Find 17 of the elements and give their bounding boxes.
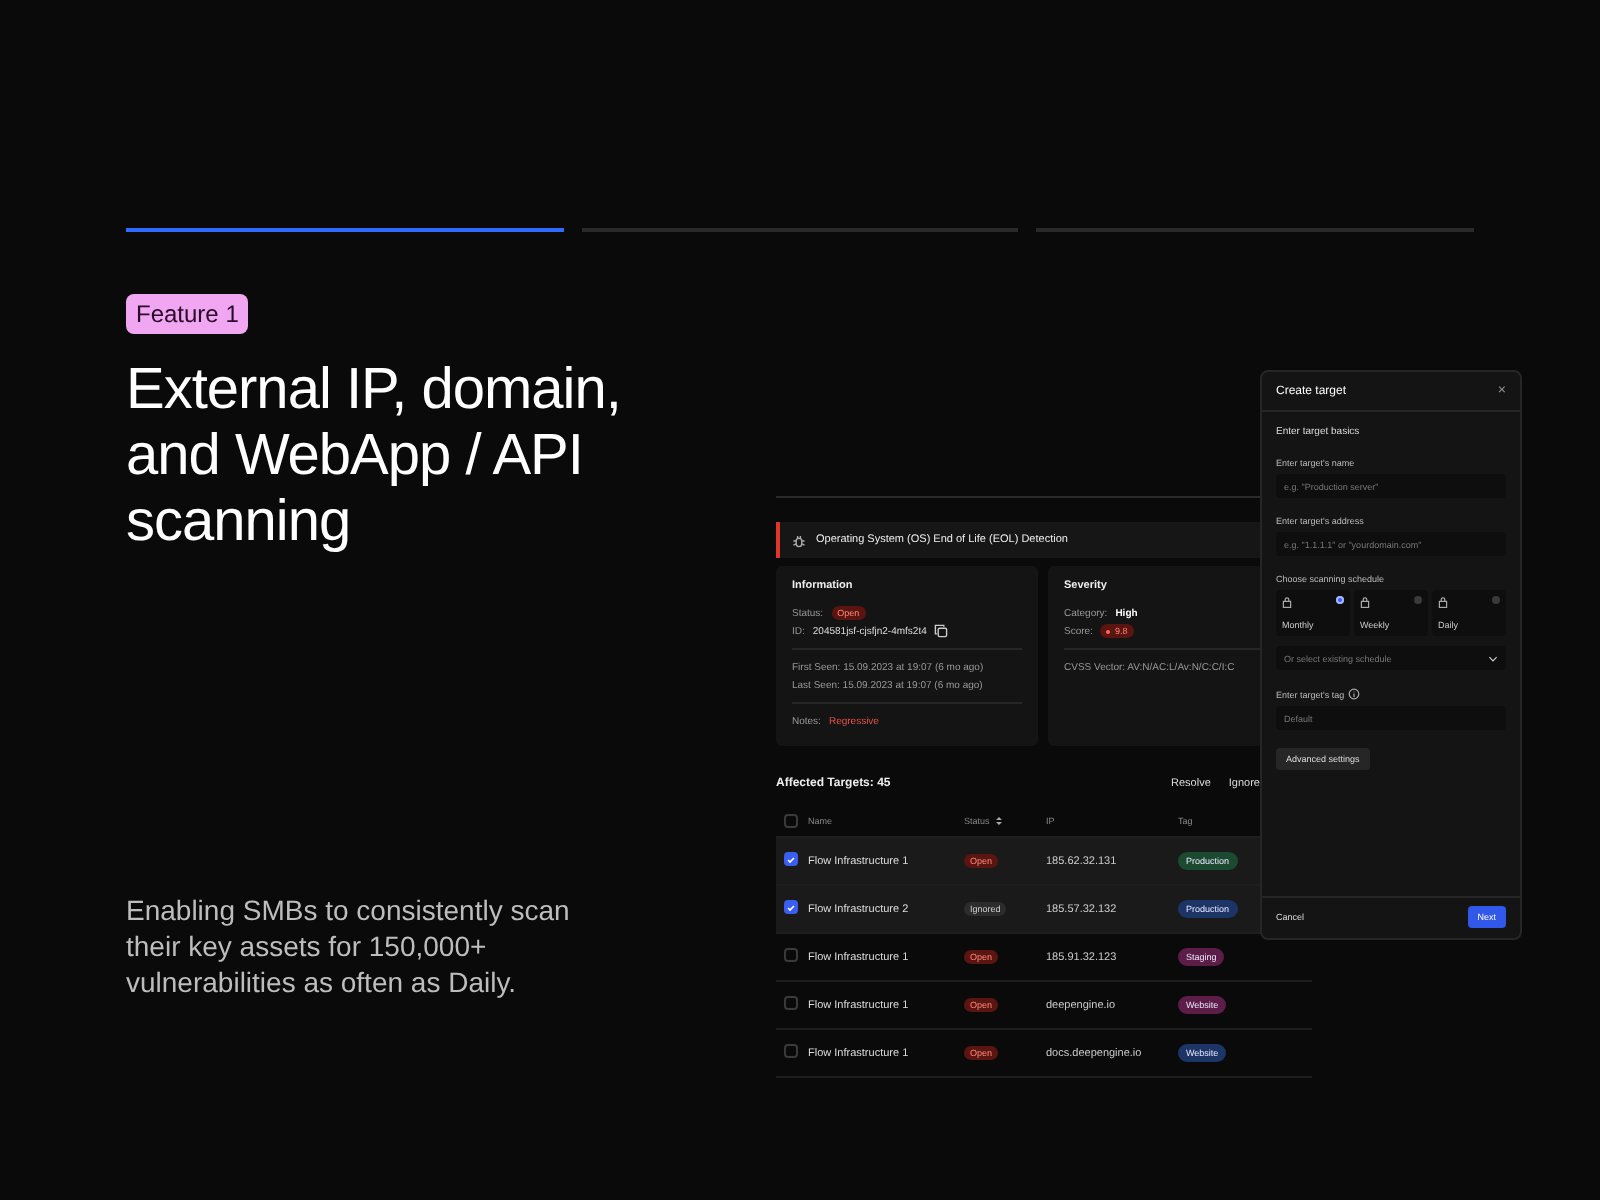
lock-icon	[1360, 596, 1370, 608]
row-checkbox[interactable]	[784, 900, 798, 915]
description: Enabling SMBs to consistently scan their key assets for 150,000+ vulnerabilities as often as Daily.	[126, 892, 572, 1000]
row-checkbox[interactable]	[784, 852, 798, 867]
sort-icon[interactable]	[993, 816, 1004, 826]
row-checkbox[interactable]	[784, 948, 798, 962]
copy-icon[interactable]	[934, 624, 949, 638]
feature-badge: Feature 1	[126, 294, 249, 334]
headline: External IP, domain, and WebApp / API scanning	[126, 358, 623, 556]
lock-icon	[1438, 596, 1448, 608]
bug-icon	[792, 533, 806, 547]
lock-icon	[1282, 596, 1292, 608]
select-all-checkbox[interactable]	[784, 813, 798, 827]
caret-icon	[1488, 655, 1498, 661]
info-icon	[1348, 688, 1361, 700]
row-checkbox[interactable]	[784, 996, 798, 1010]
row-checkbox[interactable]	[784, 1044, 798, 1058]
